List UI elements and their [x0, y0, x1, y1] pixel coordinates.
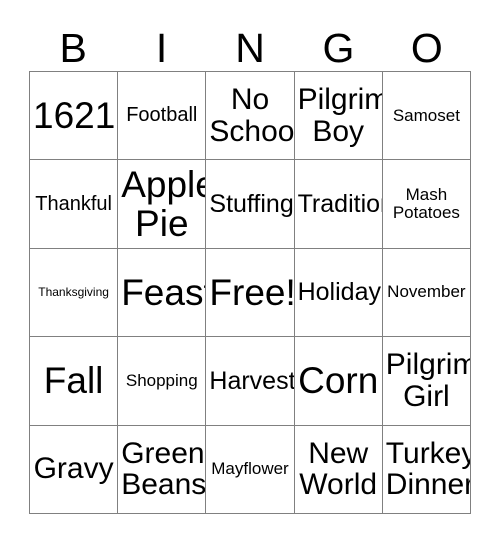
bingo-cell[interactable]: 1621	[30, 72, 119, 161]
bingo-cell-label: Stuffing	[209, 189, 294, 218]
bingo-cell[interactable]: Thanksgiving	[30, 248, 119, 338]
bingo-cell[interactable]: Pilgrim Boy	[294, 72, 383, 161]
header-letter-o: O	[410, 25, 443, 71]
bingo-cell[interactable]: Tradition	[294, 160, 383, 249]
bingo-cell-label: Football	[126, 104, 198, 127]
bingo-cell-label: New World	[299, 436, 378, 502]
bingo-cell[interactable]: Mash Potatoes	[382, 160, 471, 249]
bingo-cell[interactable]: Samoset	[382, 72, 471, 161]
bingo-cell-label: November	[387, 282, 466, 302]
bingo-cell-label: Holiday	[297, 278, 381, 307]
bingo-cell[interactable]: Mayflower	[206, 425, 295, 514]
bingo-cell[interactable]: Gravy	[30, 425, 119, 514]
bingo-cell[interactable]: Fall	[30, 337, 119, 426]
bingo-cell[interactable]: Turkey Dinner	[382, 425, 471, 514]
bingo-cell[interactable]: November	[382, 248, 471, 338]
bingo-cell[interactable]: Shopping	[118, 337, 207, 426]
bingo-cell[interactable]: Harvest	[206, 337, 295, 426]
bingo-cell[interactable]: Thankful	[30, 160, 119, 249]
bingo-cell-free[interactable]: Free!	[206, 248, 295, 338]
bingo-cell[interactable]: Stuffing	[206, 160, 295, 249]
bingo-cell-label: Shopping	[125, 370, 198, 390]
bingo-cell-label: No School	[209, 82, 295, 148]
bingo-cell-label: Feast	[121, 271, 207, 313]
bingo-card: B I N G O 1621 Football No School Pilgri…	[0, 0, 500, 544]
bingo-cell-label: Corn	[298, 360, 379, 402]
bingo-cell-label: Mash Potatoes	[392, 185, 460, 223]
bingo-cell-label: 1621	[33, 95, 116, 137]
bingo-cell[interactable]: Feast	[118, 248, 207, 338]
bingo-cell[interactable]: No School	[206, 72, 295, 161]
header-letter-n: N	[235, 25, 265, 71]
bingo-cell-label: Gravy	[33, 452, 114, 486]
bingo-cell[interactable]: Football	[118, 72, 207, 161]
bingo-cell-label: Mayflower	[211, 459, 289, 479]
bingo-cell-label: Thankful	[35, 192, 112, 215]
bingo-cell-label: Apple Pie	[121, 163, 207, 245]
bingo-cell[interactable]: New World	[294, 425, 383, 514]
bingo-cell-label: Green Beans	[121, 436, 207, 502]
bingo-cell[interactable]: Green Beans	[118, 425, 207, 514]
bingo-cell-label: Harvest	[209, 366, 295, 395]
bingo-cell[interactable]: Corn	[294, 337, 383, 426]
bingo-header: B I N G O	[29, 12, 471, 71]
header-letter-i: I	[155, 25, 168, 71]
bingo-cell-label: Pilgrim Boy	[297, 82, 383, 148]
bingo-cell-label: Samoset	[392, 105, 460, 125]
header-letter-g: G	[322, 25, 355, 71]
bingo-cell[interactable]: Holiday	[294, 248, 383, 338]
bingo-cell-label: Free!	[209, 271, 295, 313]
bingo-cell[interactable]: Pilgrim Girl	[382, 337, 471, 426]
bingo-cell-label: Thanksgiving	[38, 285, 109, 300]
bingo-cell-label: Fall	[43, 360, 104, 402]
bingo-cell[interactable]: Apple Pie	[118, 160, 207, 249]
header-letter-b: B	[59, 25, 87, 71]
bingo-grid: 1621 Football No School Pilgrim Boy Samo…	[29, 71, 471, 514]
bingo-cell-label: Tradition	[297, 189, 382, 218]
bingo-cell-label: Pilgrim Girl	[385, 348, 471, 413]
bingo-cell-label: Turkey Dinner	[385, 436, 471, 502]
